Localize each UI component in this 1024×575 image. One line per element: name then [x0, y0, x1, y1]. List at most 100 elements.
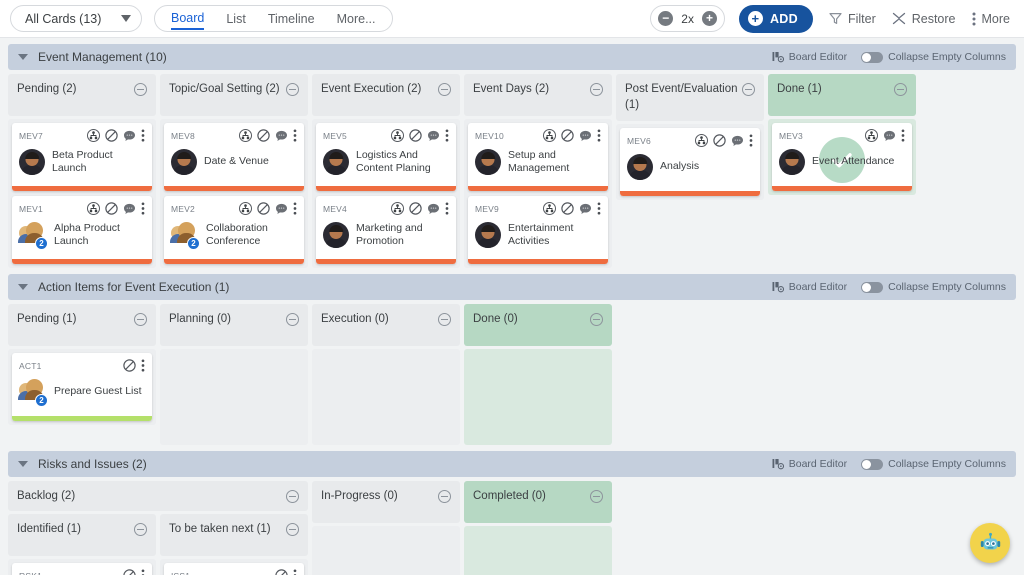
column-header[interactable]: Pending (1): [8, 304, 156, 346]
blocked-icon[interactable]: [409, 129, 422, 142]
column-cards[interactable]: [464, 349, 612, 445]
more-icon[interactable]: [445, 129, 449, 142]
column-header[interactable]: Execution (0): [312, 304, 460, 346]
column-header[interactable]: Done (0): [464, 304, 612, 346]
collapse-column-icon[interactable]: [742, 83, 755, 96]
board-card[interactable]: MEV8 Date & Venue: [164, 123, 304, 191]
group-column-header[interactable]: Backlog (2): [8, 481, 308, 511]
hierarchy-icon[interactable]: [695, 134, 708, 148]
filter-button[interactable]: Filter: [829, 12, 876, 26]
comment-icon[interactable]: [427, 203, 440, 215]
zoom-out-icon[interactable]: −: [658, 11, 674, 26]
toggle-switch[interactable]: [861, 281, 884, 293]
column-cards[interactable]: ISS1: [160, 559, 308, 575]
add-button[interactable]: + ADD: [738, 4, 813, 33]
blocked-icon[interactable]: [713, 134, 726, 147]
sub-column-header[interactable]: To be taken next (1): [160, 514, 308, 556]
more-icon[interactable]: [293, 569, 297, 575]
blocked-icon[interactable]: [257, 129, 270, 142]
board-card[interactable]: MEV5 Logistics And Content Planing: [316, 123, 456, 191]
collapse-column-icon[interactable]: [590, 490, 603, 503]
blocked-icon[interactable]: [409, 202, 422, 215]
more-icon[interactable]: [597, 129, 601, 142]
blocked-icon[interactable]: [123, 569, 136, 575]
comment-icon[interactable]: [123, 203, 136, 215]
collapse-column-icon[interactable]: [438, 490, 451, 503]
column-header[interactable]: Event Execution (2): [312, 74, 460, 116]
collapse-column-icon[interactable]: [590, 83, 603, 96]
board-card[interactable]: ACT1 2 Prepare Guest List: [12, 353, 152, 421]
board-card[interactable]: MEV9 Entertainment Activities: [468, 196, 608, 264]
collapse-empty-columns-toggle[interactable]: Collapse Empty Columns: [861, 458, 1006, 470]
board-card[interactable]: MEV6 Analysis: [620, 128, 760, 197]
blocked-icon[interactable]: [561, 202, 574, 215]
board-card[interactable]: MEV4 Marketing and Promotion: [316, 196, 456, 264]
column-header[interactable]: Topic/Goal Setting (2): [160, 74, 308, 116]
toggle-switch[interactable]: [861, 51, 884, 63]
more-icon[interactable]: [141, 569, 145, 575]
hierarchy-icon[interactable]: [239, 129, 252, 142]
board-card[interactable]: MEV2 2 Collaboration Conference: [164, 196, 304, 264]
blocked-icon[interactable]: [275, 569, 288, 575]
comment-icon[interactable]: [275, 130, 288, 142]
collapse-column-icon[interactable]: [438, 313, 451, 326]
board-card[interactable]: MEV10 Setup and Management: [468, 123, 608, 191]
more-icon[interactable]: [445, 202, 449, 215]
restore-button[interactable]: Restore: [892, 12, 956, 26]
column-cards[interactable]: ACT1 2 Prepare Guest List: [8, 349, 156, 425]
assistant-robot-button[interactable]: [970, 523, 1010, 563]
column-cards[interactable]: [312, 349, 460, 445]
column-cards[interactable]: MEV6 Analysis: [616, 124, 764, 201]
sub-column-header[interactable]: Identified (1): [8, 514, 156, 556]
hierarchy-icon[interactable]: [543, 202, 556, 215]
tab-timeline[interactable]: Timeline: [268, 9, 315, 29]
more-menu-button[interactable]: More: [972, 12, 1010, 26]
hierarchy-icon[interactable]: [391, 129, 404, 142]
swimlane-header[interactable]: Risks and Issues (2) Board Editor Collap…: [8, 451, 1016, 477]
blocked-icon[interactable]: [561, 129, 574, 142]
collapse-empty-columns-toggle[interactable]: Collapse Empty Columns: [861, 51, 1006, 63]
board-card[interactable]: MEV1 2 Alpha Product Launch: [12, 196, 152, 264]
comment-icon[interactable]: [883, 130, 896, 142]
collapse-column-icon[interactable]: [286, 313, 299, 326]
collapse-column-icon[interactable]: [286, 83, 299, 96]
more-icon[interactable]: [141, 359, 145, 372]
board-card[interactable]: RSK1: [12, 563, 152, 575]
collapse-column-icon[interactable]: [134, 83, 147, 96]
column-header[interactable]: Event Days (2): [464, 74, 612, 116]
all-cards-dropdown[interactable]: All Cards (13): [10, 5, 142, 32]
column-cards[interactable]: MEV3 Event Attendance: [768, 119, 916, 195]
collapse-empty-columns-toggle[interactable]: Collapse Empty Columns: [861, 281, 1006, 293]
collapse-column-icon[interactable]: [438, 83, 451, 96]
tab-more[interactable]: More...: [337, 9, 376, 29]
more-icon[interactable]: [141, 202, 145, 215]
collapse-column-icon[interactable]: [286, 523, 299, 536]
board-editor-button[interactable]: Board Editor: [772, 281, 847, 293]
zoom-in-icon[interactable]: +: [701, 11, 717, 26]
blocked-icon[interactable]: [105, 129, 118, 142]
column-header[interactable]: Pending (2): [8, 74, 156, 116]
board-card[interactable]: MEV7 Beta Product Launch: [12, 123, 152, 191]
board-editor-button[interactable]: Board Editor: [772, 458, 847, 470]
column-header[interactable]: In-Progress (0): [312, 481, 460, 523]
caret-down-icon[interactable]: [18, 54, 28, 60]
column-header[interactable]: Post Event/Evaluation (1): [616, 74, 764, 122]
more-icon[interactable]: [901, 129, 905, 142]
comment-icon[interactable]: [579, 203, 592, 215]
more-icon[interactable]: [749, 134, 753, 147]
column-cards[interactable]: [160, 349, 308, 445]
column-header[interactable]: Completed (0): [464, 481, 612, 523]
collapse-column-icon[interactable]: [590, 313, 603, 326]
more-icon[interactable]: [597, 202, 601, 215]
comment-icon[interactable]: [123, 130, 136, 142]
swimlane-header[interactable]: Event Management (10) Board Editor Colla…: [8, 44, 1016, 70]
more-icon[interactable]: [293, 129, 297, 142]
blocked-icon[interactable]: [257, 202, 270, 215]
board-card[interactable]: ISS1: [164, 563, 304, 575]
hierarchy-icon[interactable]: [87, 129, 100, 142]
hierarchy-icon[interactable]: [865, 129, 878, 142]
tab-board[interactable]: Board: [171, 8, 205, 30]
column-header[interactable]: Done (1): [768, 74, 916, 116]
column-cards[interactable]: MEV10 Setup and Management MEV9 Entertai…: [464, 119, 612, 268]
column-cards[interactable]: [312, 526, 460, 575]
